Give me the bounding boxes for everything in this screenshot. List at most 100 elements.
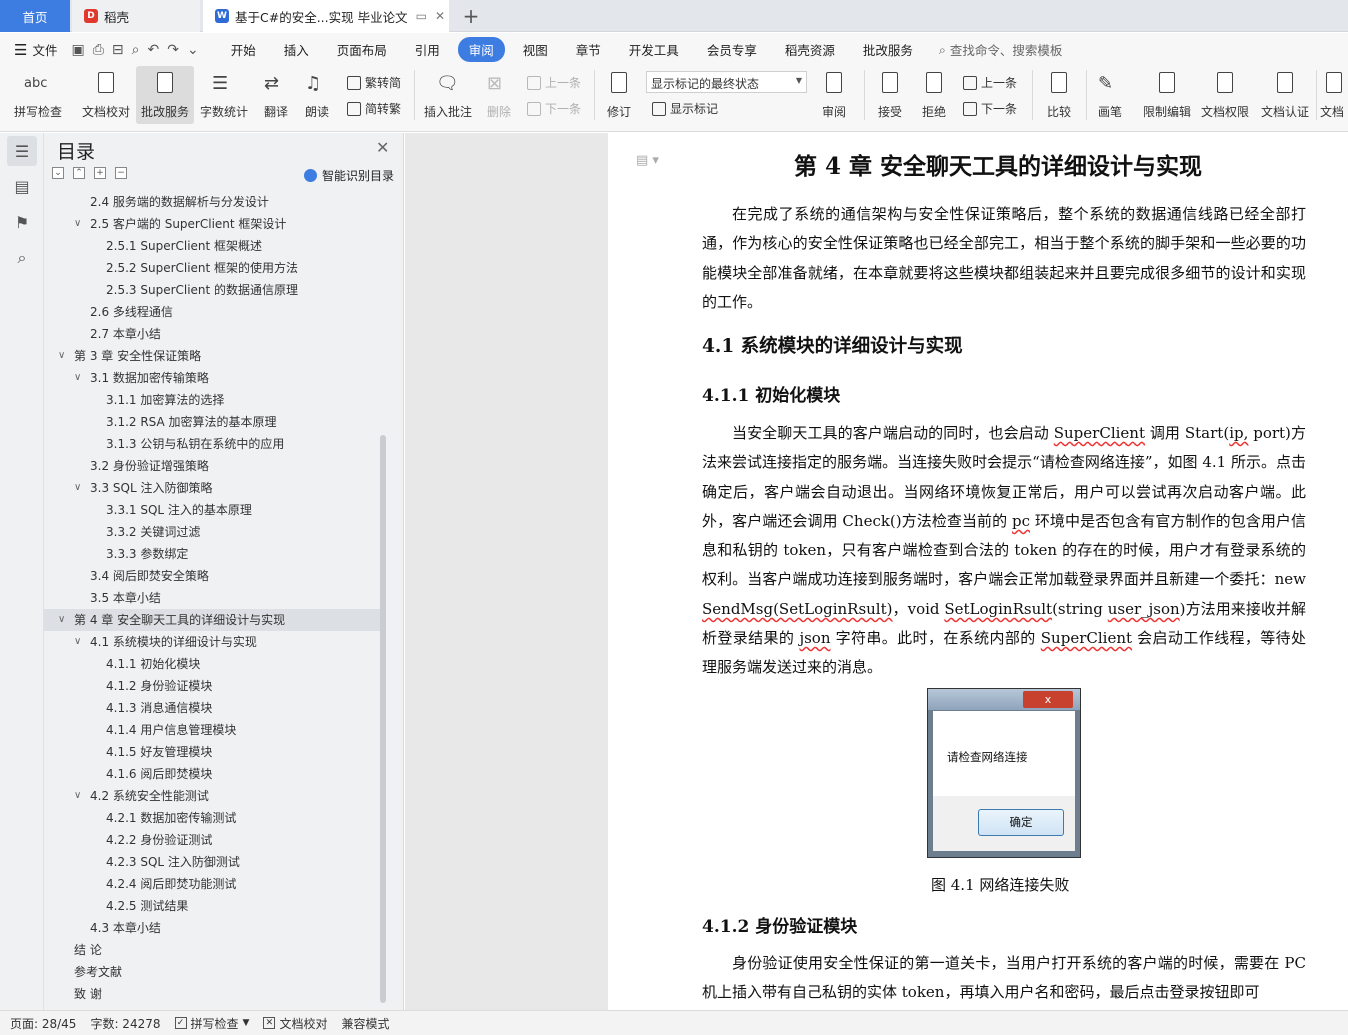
chevron-down-icon[interactable]: ∨ — [74, 477, 81, 499]
toc-item[interactable]: 2.7 本章小结 — [44, 323, 380, 345]
toc-item[interactable]: ∨ 2.5 客户端的 SuperClient 框架设计 — [44, 213, 380, 235]
menu-item-7[interactable]: 开发工具 — [615, 40, 693, 59]
menu-item-8[interactable]: 会员专享 — [693, 40, 771, 59]
chevron-down-icon[interactable]: ∨ — [74, 631, 81, 653]
menu-item-0[interactable]: 开始 — [217, 40, 270, 59]
toc-item[interactable]: ∨ 3.3 SQL 注入防御策略 — [44, 477, 380, 499]
compare-button[interactable]: 比较 — [1038, 66, 1080, 124]
find-icon[interactable]: ⌕ — [7, 243, 37, 273]
toc-item[interactable]: 3.3.1 SQL 注入的基本原理 — [44, 499, 380, 521]
toc-item[interactable]: ∨ 4.1 系统模块的详细设计与实现 — [44, 631, 380, 653]
customize-icon[interactable]: ⌄ — [187, 42, 199, 58]
toc-item[interactable]: 4.1.5 好友管理模块 — [44, 741, 380, 763]
toc-item[interactable]: 4.2.4 阅后即焚功能测试 — [44, 873, 380, 895]
toc-item[interactable]: ∨ 4.2 系统安全性能测试 — [44, 785, 380, 807]
insert-comment-button[interactable]: 🗨 插入批注 — [422, 66, 474, 124]
chevron-down-icon[interactable]: ∨ — [74, 213, 81, 235]
new-tab-button[interactable]: + — [460, 0, 482, 32]
doc-permission-button[interactable]: 文档权限 — [1198, 66, 1252, 124]
smart-toc-button[interactable]: 智能识别目录 — [304, 167, 394, 184]
toc-scrollbar[interactable] — [380, 435, 386, 1003]
file-menu[interactable]: ☰ 文件 — [14, 40, 57, 59]
tab-home[interactable]: 首页 — [0, 0, 70, 32]
toc-item[interactable]: ∨ 3.1 数据加密传输策略 — [44, 367, 380, 389]
toc-item[interactable]: 4.1.1 初始化模块 — [44, 653, 380, 675]
doc-cert-button[interactable]: 文档认证 — [1258, 66, 1312, 124]
review-button[interactable]: 审阅 — [812, 66, 856, 124]
restrict-edit-button[interactable]: 限制编辑 — [1140, 66, 1194, 124]
toc-item[interactable]: 2.6 多线程通信 — [44, 301, 380, 323]
word-count-button[interactable]: ☰ 字数统计 — [198, 66, 250, 124]
track-changes-button[interactable]: 修订 — [600, 66, 638, 124]
toc-item[interactable]: 致 谢 — [44, 983, 380, 1003]
prev-change-button[interactable]: 上一条 — [963, 74, 1017, 91]
toc-item[interactable]: 4.1.2 身份验证模块 — [44, 675, 380, 697]
toc-item[interactable]: 4.2.3 SQL 注入防御测试 — [44, 851, 380, 873]
read-aloud-button[interactable]: ♫ 朗读 — [300, 66, 334, 124]
redo-icon[interactable]: ↷ — [167, 42, 179, 58]
show-markup-button[interactable]: 显示标记 — [652, 100, 718, 117]
close-tab-icon[interactable]: ✕ — [435, 9, 445, 23]
to-traditional-button[interactable]: 繁转简 — [347, 74, 401, 91]
toc-item[interactable]: 3.4 阅后即焚安全策略 — [44, 565, 380, 587]
menu-item-5[interactable]: 视图 — [509, 40, 562, 59]
toc-item[interactable]: 4.1.4 用户信息管理模块 — [44, 719, 380, 741]
close-icon[interactable]: ✕ — [376, 138, 389, 157]
menu-item-3[interactable]: 引用 — [401, 40, 454, 59]
chapter-nav-icon[interactable]: ▤ — [7, 171, 37, 201]
menu-item-2[interactable]: 页面布局 — [323, 40, 401, 59]
tab-document[interactable]: W 基于C#的安全...实现 毕业论文 ▭ ✕ — [203, 0, 449, 32]
toc-item[interactable]: 3.3.2 关键词过滤 — [44, 521, 380, 543]
print-preview-icon[interactable]: ⌕ — [132, 42, 140, 58]
export-pdf-icon[interactable]: ⎙ — [93, 42, 104, 58]
toc-item[interactable]: 4.2.2 身份验证测试 — [44, 829, 380, 851]
toc-item[interactable]: 2.5.3 SuperClient 的数据通信原理 — [44, 279, 380, 301]
toc-item[interactable]: 3.1.1 加密算法的选择 — [44, 389, 380, 411]
collapse-all-icon[interactable]: ⌃ — [73, 167, 85, 179]
doc-proof-status[interactable]: ✕ 文档校对 — [263, 1015, 327, 1032]
toc-item[interactable]: 4.1.6 阅后即焚模块 — [44, 763, 380, 785]
toc-item[interactable]: 3.2 身份验证增强策略 — [44, 455, 380, 477]
page-indicator[interactable]: 页面: 28/45 — [10, 1015, 76, 1032]
document-page[interactable]: ▤ ▾ 第 4 章 安全聊天工具的详细设计与实现 在完成了系统的通信架构与安全性… — [608, 133, 1348, 1010]
markup-state-select[interactable]: 显示标记的最终状态 ▼ — [646, 71, 807, 93]
spell-check-button[interactable]: abc 拼写检查 — [10, 66, 66, 124]
toc-item[interactable]: 3.5 本章小结 — [44, 587, 380, 609]
bookmark-icon[interactable]: ⚑ — [7, 207, 37, 237]
page-options-icon[interactable]: ▤ ▾ — [636, 153, 659, 168]
toc-item[interactable]: 4.3 本章小结 — [44, 917, 380, 939]
menu-item-6[interactable]: 章节 — [562, 40, 615, 59]
toc-item[interactable]: 4.1.3 消息通信模块 — [44, 697, 380, 719]
reject-button[interactable]: 拒绝 — [914, 66, 954, 124]
print-icon[interactable]: ⊟ — [112, 42, 124, 58]
menu-item-4[interactable]: 审阅 — [457, 37, 505, 62]
chevron-down-icon[interactable]: ∨ — [58, 345, 65, 367]
toc-item[interactable]: 4.2.1 数据加密传输测试 — [44, 807, 380, 829]
chevron-down-icon[interactable]: ∨ — [58, 609, 65, 631]
save-icon[interactable]: ▣ — [71, 42, 84, 58]
accept-button[interactable]: 接受 — [870, 66, 910, 124]
doc-proof-button[interactable]: 文档校对 — [78, 66, 134, 124]
menu-item-10[interactable]: 批改服务 — [849, 40, 927, 59]
add-heading-icon[interactable]: + — [94, 167, 106, 179]
spell-check-status[interactable]: ✓ 拼写检查 ▼ — [174, 1015, 249, 1032]
toc-item[interactable]: 结 论 — [44, 939, 380, 961]
undo-icon[interactable]: ↶ — [147, 42, 159, 58]
toc-item[interactable]: ∨ 第 3 章 安全性保证策略 — [44, 345, 380, 367]
toc-item[interactable]: 3.3.3 参数绑定 — [44, 543, 380, 565]
chevron-down-icon[interactable]: ∨ — [74, 785, 81, 807]
expand-all-icon[interactable]: ⌄ — [52, 167, 64, 179]
next-change-button[interactable]: 下一条 — [963, 100, 1017, 117]
word-count[interactable]: 字数: 24278 — [90, 1015, 160, 1032]
doc-more-button[interactable]: 文档 — [1320, 66, 1348, 124]
toc-item[interactable]: 2.5.1 SuperClient 框架概述 — [44, 235, 380, 257]
prev-comment-button[interactable]: 上一条 — [527, 74, 581, 91]
toc-item[interactable]: 2.4 服务端的数据解析与分发设计 — [44, 191, 380, 213]
toc-item[interactable]: 3.1.3 公钥与私钥在系统中的应用 — [44, 433, 380, 455]
toc-item[interactable]: ∨ 第 4 章 安全聊天工具的详细设计与实现 — [44, 609, 380, 631]
toc-pane-icon[interactable]: ☰ — [7, 136, 37, 166]
delete-comment-button[interactable]: ⊠ 删除 — [480, 66, 518, 124]
menu-item-9[interactable]: 稻壳资源 — [771, 40, 849, 59]
chevron-down-icon[interactable]: ∨ — [74, 367, 81, 389]
command-search[interactable]: ⌕ 查找命令、搜索模板 — [939, 40, 1063, 59]
